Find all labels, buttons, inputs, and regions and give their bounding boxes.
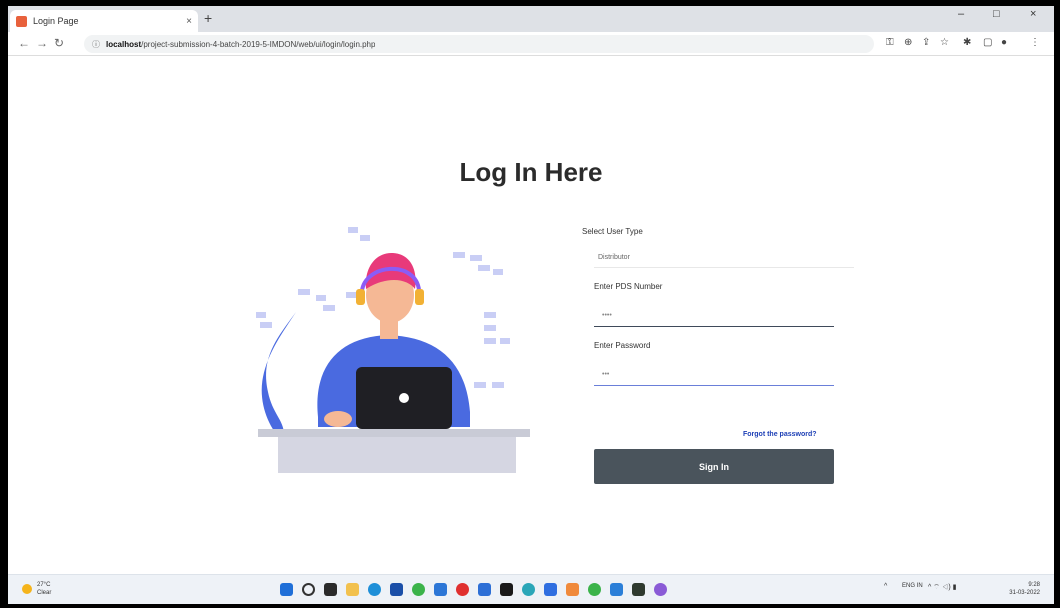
login-illustration xyxy=(256,227,530,473)
url-host: localhost xyxy=(106,39,142,49)
user-type-label: Select User Type xyxy=(582,227,643,236)
address-bar[interactable]: ⓘ localhost/project-submission-4-batch-2… xyxy=(84,35,874,53)
tray-overflow-icon[interactable]: ^ xyxy=(884,583,887,590)
info-icon[interactable]: ⓘ xyxy=(92,39,100,50)
url-path: /project-submission-4-batch-2019-5-IMDON… xyxy=(141,39,376,49)
user-type-select[interactable]: Distributor xyxy=(594,248,854,268)
chrome-alt-icon[interactable] xyxy=(588,583,601,596)
weather-text: 27°C Clear xyxy=(37,581,51,597)
key-icon[interactable]: ⚿ xyxy=(886,37,894,48)
store-icon[interactable] xyxy=(390,583,403,596)
task-view-icon[interactable] xyxy=(324,583,337,596)
start-icon[interactable] xyxy=(280,583,293,596)
edge-icon[interactable] xyxy=(368,583,381,596)
weather-desc: Clear xyxy=(37,590,52,596)
tab-title: Login Page xyxy=(33,16,79,26)
password-label: Enter Password xyxy=(594,341,651,350)
sun-icon xyxy=(22,584,32,594)
opera-icon[interactable] xyxy=(456,583,469,596)
language-indicator[interactable]: ENG IN xyxy=(902,583,923,590)
app-icon-teal[interactable] xyxy=(522,583,535,596)
reload-icon[interactable]: ↻ xyxy=(54,36,64,50)
share-icon[interactable]: ⇪ xyxy=(922,37,930,48)
forward-arrow-icon[interactable]: → xyxy=(36,36,48,50)
page-content: Log In Here Select User Type Distributor… xyxy=(8,57,1054,574)
browser-window: Login Page × + – □ × ← → ↻ ⓘ localhost/p… xyxy=(8,6,1054,604)
password-input[interactable]: ••• xyxy=(594,364,834,386)
pds-number-input[interactable]: •••• xyxy=(594,305,834,327)
browser-toolbar: ← → ↻ ⓘ localhost/project-submission-4-b… xyxy=(8,32,1054,56)
search-icon[interactable] xyxy=(302,583,315,596)
star-icon[interactable]: ☆ xyxy=(940,37,949,48)
mail-icon[interactable] xyxy=(434,583,447,596)
sign-in-button[interactable]: Sign In xyxy=(594,449,834,484)
clock-time: 9:28 xyxy=(1028,582,1040,588)
profile-icon[interactable]: ● xyxy=(1001,37,1007,48)
tab-close-icon[interactable]: × xyxy=(186,16,192,27)
xampp-icon[interactable] xyxy=(566,583,579,596)
app-icon[interactable] xyxy=(478,583,491,596)
app-icon-dark[interactable] xyxy=(632,583,645,596)
file-explorer-icon[interactable] xyxy=(346,583,359,596)
sidebar-icon[interactable]: ▢ xyxy=(983,37,992,48)
new-tab-button[interactable]: + xyxy=(204,10,212,26)
clock[interactable]: 9:28 31-03-2022 xyxy=(1009,581,1040,597)
vscode-icon[interactable] xyxy=(610,583,623,596)
terminal-icon[interactable] xyxy=(500,583,513,596)
word-icon[interactable] xyxy=(544,583,557,596)
clock-date: 31-03-2022 xyxy=(1009,590,1040,596)
maximize-button[interactable]: □ xyxy=(993,8,1000,20)
close-window-button[interactable]: × xyxy=(1030,8,1036,20)
chrome-icon[interactable] xyxy=(412,583,425,596)
windows-taskbar: 27°C Clear ^ ENG IN ^ ⌔ ◁) ▮ 9:28 31-03-… xyxy=(8,574,1054,604)
forgot-password-link[interactable]: Forgot the password? xyxy=(743,431,817,438)
url-text: localhost/project-submission-4-batch-201… xyxy=(106,40,375,49)
title-bar: Login Page × + – □ × xyxy=(8,6,1054,32)
menu-icon[interactable]: ⋮ xyxy=(1030,37,1040,48)
favicon-icon xyxy=(16,15,27,27)
pds-number-label: Enter PDS Number xyxy=(594,282,663,291)
minimize-button[interactable]: – xyxy=(958,8,964,20)
browser-tab[interactable]: Login Page × xyxy=(10,10,198,32)
weather-widget[interactable]: 27°C Clear xyxy=(22,581,51,597)
back-arrow-icon[interactable]: ← xyxy=(18,36,30,50)
weather-temp: 27°C xyxy=(37,582,51,588)
page-title: Log In Here xyxy=(459,157,603,187)
app-icon-purple[interactable] xyxy=(654,583,667,596)
zoom-icon[interactable]: ⊕ xyxy=(904,37,912,48)
login-form: Select User Type Distributor Enter PDS N… xyxy=(582,227,854,386)
extensions-icon[interactable]: ✱ xyxy=(963,37,971,48)
tray-status-icons[interactable]: ^ ⌔ ◁) ▮ xyxy=(928,583,956,592)
